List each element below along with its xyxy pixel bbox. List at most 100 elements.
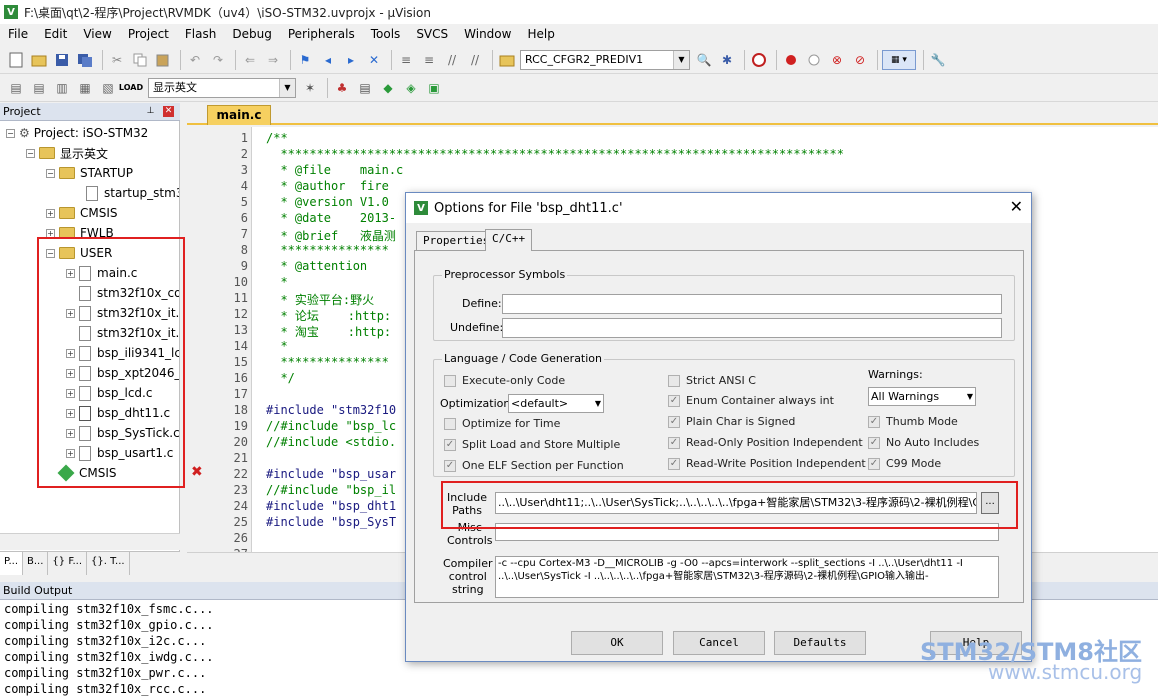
plain-char-checkbox[interactable]: ✓ Plain Char is Signed <box>668 415 795 428</box>
paste-icon[interactable] <box>153 50 173 70</box>
stop-build-icon[interactable]: ▧ <box>98 78 118 98</box>
config-icon[interactable]: ✱ <box>717 50 737 70</box>
target-options-icon[interactable]: ✶ <box>300 78 320 98</box>
collapse-icon[interactable]: − <box>26 148 35 158</box>
tree-folder-cmsis[interactable]: + CMSIS <box>46 203 118 223</box>
save-all-icon[interactable] <box>75 50 95 70</box>
new-file-icon[interactable] <box>6 50 26 70</box>
tab-functions[interactable]: {} F... <box>48 552 88 575</box>
tab-templates[interactable]: {}. T... <box>87 552 130 575</box>
copy-icon[interactable] <box>130 50 150 70</box>
ro-pos-checkbox[interactable]: ✓ Read-Only Position Independent <box>668 436 863 449</box>
menu-tools[interactable]: Tools <box>363 24 409 44</box>
tree-group[interactable]: − 显示英文 <box>26 143 108 163</box>
menu-window[interactable]: Window <box>456 24 519 44</box>
checkbox-box <box>444 417 456 430</box>
nav-forward-icon[interactable]: ⇒ <box>263 50 283 70</box>
menu-view[interactable]: View <box>75 24 119 44</box>
split-load-checkbox[interactable]: ✓ Split Load and Store Multiple <box>444 438 620 451</box>
ok-button[interactable]: OK <box>571 631 663 655</box>
pack-installer-icon[interactable]: ◈ <box>401 78 421 98</box>
menu-debug[interactable]: Debug <box>224 24 279 44</box>
rebuild-icon[interactable]: ▥ <box>52 78 72 98</box>
tab-main-c[interactable]: main.c <box>207 105 271 125</box>
defaults-button[interactable]: Defaults <box>774 631 866 655</box>
wrench-icon[interactable]: 🔧 <box>928 50 948 70</box>
chevron-down-icon[interactable]: ▼ <box>673 50 689 69</box>
select-packs-icon[interactable]: ◆ <box>378 78 398 98</box>
c99-checkbox[interactable]: ✓ C99 Mode <box>868 457 941 470</box>
nav-back-icon[interactable]: ⇐ <box>240 50 260 70</box>
warnings-select[interactable]: All Warnings ▼ <box>868 387 976 406</box>
find-icon[interactable]: 🔍 <box>694 50 714 70</box>
indent-icon[interactable]: ≡ <box>396 50 416 70</box>
collapse-icon[interactable]: − <box>6 128 15 138</box>
breakpoint-disable-all-icon[interactable]: ⊗ <box>827 50 847 70</box>
prev-bookmark-icon[interactable]: ◂ <box>318 50 338 70</box>
next-bookmark-icon[interactable]: ▸ <box>341 50 361 70</box>
clear-bookmarks-icon[interactable]: ✕ <box>364 50 384 70</box>
find-combo[interactable]: RCC_CFGR2_PREDIV1 ▼ <box>520 49 690 70</box>
tree-horizontal-scrollbar[interactable] <box>0 533 180 550</box>
save-icon[interactable] <box>52 50 72 70</box>
close-icon[interactable]: ✕ <box>1010 197 1023 216</box>
menu-flash[interactable]: Flash <box>177 24 224 44</box>
tab-books[interactable]: B... <box>23 552 49 575</box>
batch-build-icon[interactable]: ▦ <box>75 78 95 98</box>
checkbox-box <box>668 374 680 387</box>
code-line: * @author fire <box>266 179 389 193</box>
file-extensions-icon[interactable]: ♣ <box>332 78 352 98</box>
build-icon[interactable]: ▤ <box>29 78 49 98</box>
execute-only-checkbox[interactable]: Execute-only Code <box>444 374 565 387</box>
optimize-time-checkbox[interactable]: Optimize for Time <box>444 417 560 430</box>
debug-start-icon[interactable] <box>749 50 769 70</box>
uncomment-icon[interactable]: // <box>465 50 485 70</box>
tree-root-label: Project: iSO-STM32 <box>33 126 149 140</box>
menu-project[interactable]: Project <box>120 24 177 44</box>
tab-c-cpp[interactable]: C/C++ <box>485 229 533 251</box>
translate-icon[interactable]: ▤ <box>6 78 26 98</box>
bookmark-icon[interactable]: ⚑ <box>295 50 315 70</box>
breakpoint-icon[interactable] <box>781 50 801 70</box>
manage-components-icon[interactable]: ▤ <box>355 78 375 98</box>
tree-folder-startup[interactable]: − STARTUP <box>46 163 133 183</box>
undo-icon[interactable]: ↶ <box>185 50 205 70</box>
rte-icon[interactable]: ▣ <box>424 78 444 98</box>
checkbox-label: Thumb Mode <box>886 415 958 428</box>
rw-pos-checkbox[interactable]: ✓ Read-Write Position Independent <box>668 457 866 470</box>
comment-icon[interactable]: // <box>442 50 462 70</box>
menu-file[interactable]: File <box>0 24 36 44</box>
open-folder-icon[interactable] <box>29 50 49 70</box>
language-group-label: Language / Code Generation <box>442 352 605 365</box>
menu-svcs[interactable]: SVCS <box>408 24 456 44</box>
redo-icon[interactable]: ↷ <box>208 50 228 70</box>
close-icon[interactable]: ✕ <box>163 106 174 117</box>
tree-file[interactable]: startup_stm32 <box>86 183 179 203</box>
undefine-input[interactable] <box>502 318 1002 338</box>
pin-icon[interactable]: ⊥ <box>145 106 156 117</box>
menu-help[interactable]: Help <box>519 24 562 44</box>
no-auto-includes-checkbox[interactable]: ✓ No Auto Includes <box>868 436 979 449</box>
strict-ansi-checkbox[interactable]: Strict ANSI C <box>668 374 756 387</box>
menu-peripherals[interactable]: Peripherals <box>280 24 363 44</box>
chevron-down-icon[interactable]: ▼ <box>279 78 295 97</box>
collapse-icon[interactable]: − <box>46 168 55 178</box>
breakpoint-kill-all-icon[interactable]: ⊘ <box>850 50 870 70</box>
tree-root[interactable]: − ⚙ Project: iSO-STM32 <box>6 123 148 143</box>
cancel-button[interactable]: Cancel <box>673 631 765 655</box>
window-layout-icon[interactable]: ▦ ▾ <box>882 49 916 70</box>
download-icon[interactable]: LOAD <box>119 78 143 98</box>
target-combo[interactable]: 显示英文 ▼ <box>148 77 296 98</box>
breakpoint-disable-icon[interactable] <box>804 50 824 70</box>
define-input[interactable] <box>502 294 1002 314</box>
optimization-select[interactable]: <default> ▼ <box>508 394 604 413</box>
unindent-icon[interactable]: ≡ <box>419 50 439 70</box>
enum-int-checkbox[interactable]: ✓ Enum Container always int <box>668 394 834 407</box>
one-elf-checkbox[interactable]: ✓ One ELF Section per Function <box>444 459 624 472</box>
menu-edit[interactable]: Edit <box>36 24 75 44</box>
thumb-mode-checkbox[interactable]: ✓ Thumb Mode <box>868 415 958 428</box>
expand-icon[interactable]: + <box>46 208 55 218</box>
find-in-files-icon[interactable] <box>497 50 517 70</box>
tab-project[interactable]: P... <box>0 552 24 575</box>
cut-icon[interactable]: ✂ <box>107 50 127 70</box>
